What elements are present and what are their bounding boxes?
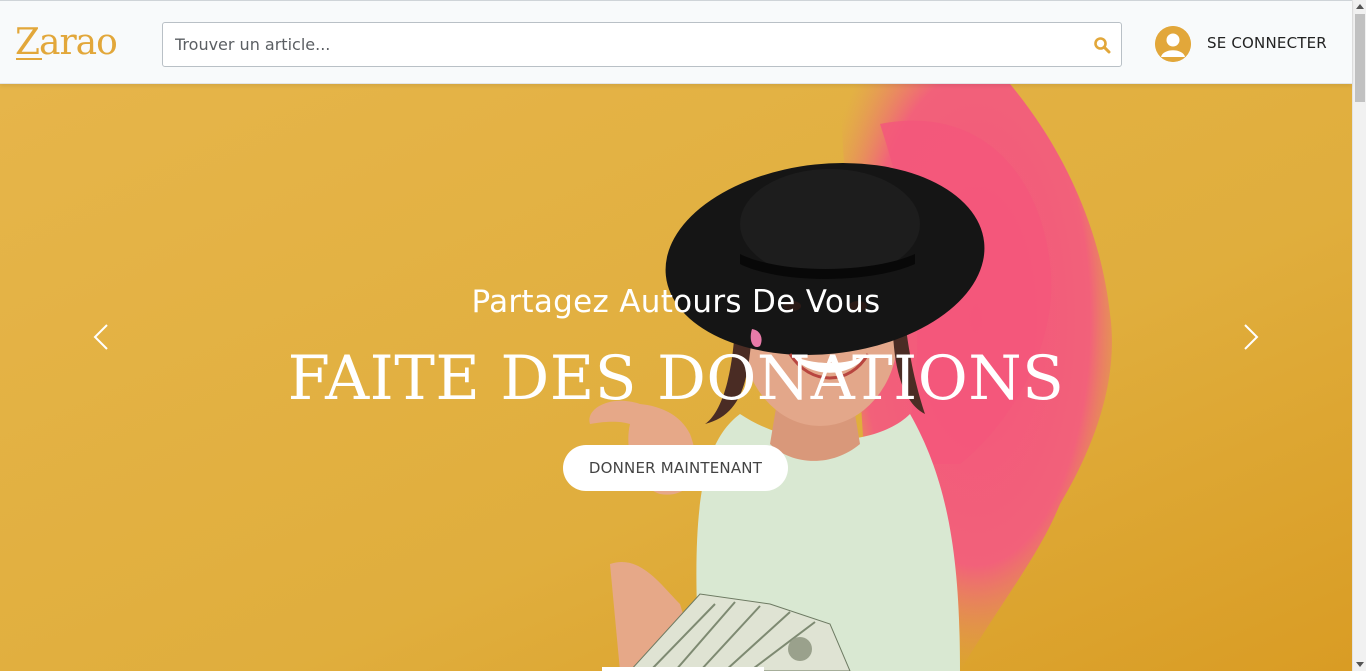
search-input[interactable] — [163, 23, 1063, 66]
top-navbar: Zarao SE CONNECTER — [0, 0, 1352, 84]
logo[interactable]: Zarao — [15, 22, 118, 63]
scroll-down-arrow-icon[interactable] — [1353, 657, 1366, 671]
scroll-up-arrow-icon[interactable] — [1353, 0, 1366, 14]
search-bar — [162, 22, 1122, 67]
hero-carousel: Partagez Autours De Vous FAITE DES DONAT… — [0, 84, 1352, 671]
carousel-indicator[interactable] — [602, 667, 764, 671]
vertical-scrollbar[interactable] — [1352, 0, 1366, 671]
hero-title: FAITE DES DONATIONS — [287, 343, 1065, 414]
donate-now-button[interactable]: DONNER MAINTENANT — [563, 445, 788, 491]
hero-subtitle: Partagez Autours De Vous — [471, 284, 881, 320]
page: Zarao SE CONNECTER — [0, 0, 1366, 671]
chevron-left-icon[interactable] — [87, 322, 117, 352]
logo-text: Zarao — [15, 22, 118, 63]
chevron-right-icon[interactable] — [1235, 322, 1265, 352]
user-avatar-icon[interactable] — [1155, 26, 1191, 62]
login-link[interactable]: SE CONNECTER — [1207, 34, 1327, 52]
search-icon[interactable] — [1093, 36, 1111, 54]
scrollbar-thumb[interactable] — [1355, 14, 1365, 102]
